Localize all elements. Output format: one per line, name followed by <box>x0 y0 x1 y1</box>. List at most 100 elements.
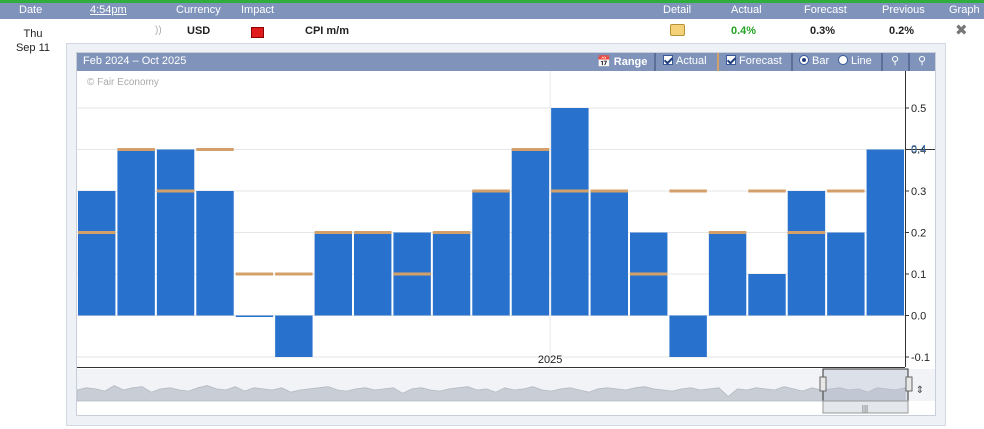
actual-bar <box>354 232 392 316</box>
forecast-checkbox[interactable] <box>726 55 736 65</box>
actual-bar <box>669 315 707 357</box>
actual-bar <box>472 191 510 316</box>
actual-bar <box>866 149 904 316</box>
forecast-marker <box>156 189 195 193</box>
forecast-marker <box>117 148 155 151</box>
actual-bar <box>275 315 313 357</box>
forecast-marker <box>275 272 313 276</box>
detail-folder-icon[interactable] <box>670 24 685 36</box>
high-impact-folder-icon <box>251 27 264 38</box>
x-tick-label: 2025 <box>538 354 562 366</box>
bar-option[interactable]: Bar <box>799 55 829 69</box>
header-time-link[interactable]: 4:54pm <box>90 4 127 16</box>
toolbar-divider <box>881 53 883 71</box>
y-tick-label: 0.1 <box>911 269 926 281</box>
actual-bar <box>314 232 352 316</box>
range-button[interactable]: 📅 Range <box>597 55 647 69</box>
y-tick-label: 0.5 <box>911 103 926 115</box>
event-name[interactable]: CPI m/m <box>305 25 349 37</box>
actual-toggle-label: Actual <box>676 55 707 67</box>
sound-icon: )) <box>155 25 162 36</box>
forecast-toggle-label: Forecast <box>739 55 782 67</box>
y-tick-label: -0.1 <box>911 352 930 364</box>
actual-toggle[interactable]: Actual <box>663 55 707 69</box>
actual-bar <box>787 191 826 316</box>
forecast-marker <box>314 231 352 234</box>
forecast-marker <box>511 148 550 151</box>
actual-bar <box>708 232 747 316</box>
actual-bar <box>235 315 274 317</box>
forecast-marker <box>787 231 826 234</box>
y-tick-label: 0.2 <box>911 228 926 240</box>
navigator-right-handle <box>905 376 913 392</box>
header-date: Date <box>19 4 43 16</box>
navigator-left-handle <box>819 376 827 392</box>
forecast-marker <box>827 189 865 193</box>
actual-bar <box>551 108 589 316</box>
event-date-cell: Thu Sep 11 <box>0 19 66 429</box>
actual-bar <box>78 191 116 316</box>
actual-bar <box>432 232 471 316</box>
header-currency: Currency <box>176 4 221 16</box>
forecast-marker <box>354 231 392 234</box>
attribution: © Fair Economy <box>87 77 159 88</box>
current-value-label: 0.4 <box>911 144 926 156</box>
event-forecast: 0.3% <box>810 25 836 37</box>
forecast-marker <box>708 231 747 234</box>
header-impact: Impact <box>241 4 275 16</box>
event-previous: 0.2% <box>889 25 915 37</box>
actual-bar <box>590 191 628 316</box>
chart-container: Feb 2024 – Oct 2025 📅 Range Actual Forec… <box>76 52 936 416</box>
forecast-marker <box>472 189 510 193</box>
line-option[interactable]: Line <box>838 55 872 69</box>
forecast-marker <box>551 189 589 193</box>
forecast-marker <box>590 189 628 193</box>
forecast-marker <box>393 272 431 276</box>
actual-bar <box>117 149 155 316</box>
forecast-marker <box>669 189 707 193</box>
toolbar-divider <box>908 53 910 71</box>
actual-bar <box>827 232 865 316</box>
zoom-in-icon[interactable]: ⚲ <box>885 54 905 70</box>
range-label: Feb 2024 – Oct 2025 <box>83 55 187 67</box>
forecast-toggle[interactable]: Forecast <box>726 55 782 69</box>
forecast-marker <box>78 231 116 234</box>
event-date: Sep 11 <box>15 42 51 54</box>
bar-radio[interactable] <box>799 55 809 65</box>
y-tick-label: 0.3 <box>911 186 926 198</box>
actual-checkbox[interactable] <box>663 55 673 65</box>
chart-svg: -0.10.00.10.20.30.40.50.42025|||⇕ <box>77 71 935 414</box>
actual-bar <box>511 149 550 316</box>
actual-bar <box>156 149 195 316</box>
actual-bar <box>748 274 786 316</box>
line-radio[interactable] <box>838 55 848 65</box>
close-graph-icon[interactable]: ✖ <box>955 21 968 39</box>
header-forecast: Forecast <box>804 4 847 16</box>
toolbar-divider <box>791 53 793 71</box>
event-row: USD CPI m/m 0.4% 0.3% 0.2% <box>0 19 984 43</box>
range-button-label: Range <box>613 56 648 68</box>
calendar-icon: 📅 <box>597 56 611 68</box>
event-actual: 0.4% <box>731 25 757 37</box>
forecast-marker <box>196 148 234 151</box>
navigator-arrows-icon: ⇕ <box>916 385 924 396</box>
toolbar-divider <box>654 53 656 71</box>
line-option-label: Line <box>851 55 872 67</box>
toolbar-divider <box>717 53 719 71</box>
zoom-out-icon[interactable]: ⚲ <box>912 54 932 70</box>
forecast-marker <box>630 272 668 276</box>
actual-bar <box>196 191 234 316</box>
chart-toolbar: Feb 2024 – Oct 2025 📅 Range Actual Forec… <box>77 53 935 71</box>
bar-option-label: Bar <box>812 55 830 67</box>
header-graph: Graph <box>949 4 980 16</box>
scrollbar-grip-icon: ||| <box>862 404 868 413</box>
header-previous: Previous <box>882 4 925 16</box>
forecast-marker <box>748 189 786 193</box>
forecast-marker <box>432 231 471 234</box>
forecast-marker <box>235 272 274 276</box>
header-detail: Detail <box>663 4 692 16</box>
event-currency: USD <box>187 25 211 37</box>
header-actual: Actual <box>731 4 762 16</box>
calendar-header: Date 4:54pm Currency Impact Detail Actua… <box>0 3 984 19</box>
y-tick-label: 0.0 <box>911 311 926 323</box>
